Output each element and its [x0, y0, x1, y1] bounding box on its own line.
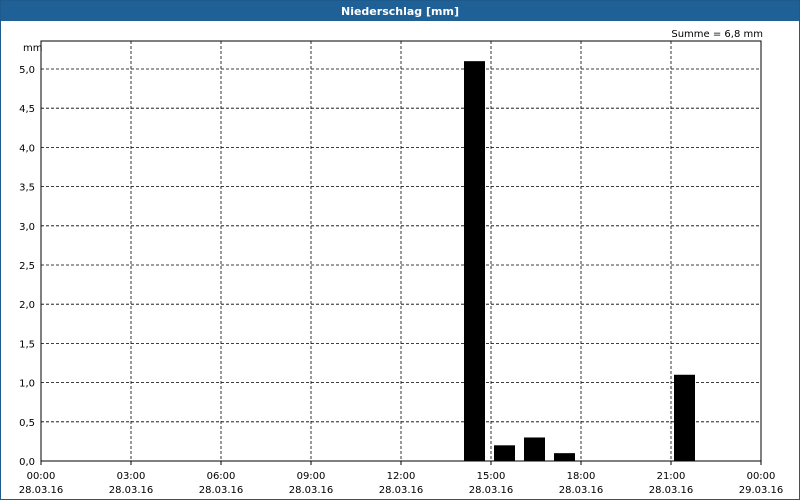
chart-window: Niederschlag [mm] mm Summe = 6,8 mm 0,0 0… — [0, 0, 800, 500]
window-title: Niederschlag [mm] — [1, 1, 799, 21]
x-tick-date: 28.03.16 — [649, 485, 694, 496]
x-tick-time: 03:00 — [117, 471, 146, 482]
x-tick-date: 28.03.16 — [469, 485, 514, 496]
y-tick-label: 2,5 — [19, 261, 35, 272]
precipitation-bar — [494, 445, 515, 461]
y-tick-label: 4,5 — [19, 104, 35, 115]
x-tick-time: 00:00 — [747, 471, 776, 482]
x-tick-time: 21:00 — [657, 471, 686, 482]
y-tick-label: 3,5 — [19, 183, 35, 194]
precipitation-chart: mm Summe = 6,8 mm 0,0 0,5 1,0 1,5 2,0 2,5 3,0 3… — [19, 29, 784, 496]
x-tick-date: 28.03.16 — [289, 485, 334, 496]
x-tick-time: 09:00 — [297, 471, 326, 482]
y-tick-label: 1,5 — [19, 339, 35, 350]
precipitation-bar — [554, 453, 575, 461]
y-unit-label: mm — [23, 43, 42, 54]
x-tick-date: 28.03.16 — [379, 485, 424, 496]
precipitation-bar — [524, 437, 545, 461]
x-tick-date: 28.03.16 — [109, 485, 154, 496]
y-tick-label: 5,0 — [19, 65, 35, 76]
sum-annotation: Summe = 6,8 mm — [671, 29, 763, 40]
y-tick-label: 0,0 — [19, 457, 35, 468]
x-tick-time: 15:00 — [477, 471, 506, 482]
precipitation-bar — [464, 61, 485, 461]
x-tick-time: 18:00 — [567, 471, 596, 482]
y-tick-label: 2,0 — [19, 300, 35, 311]
x-tick-date: 28.03.16 — [19, 485, 64, 496]
y-tick-label: 3,0 — [19, 222, 35, 233]
x-tick-time: 06:00 — [207, 471, 236, 482]
y-tick-label: 4,0 — [19, 143, 35, 154]
y-tick-label: 0,5 — [19, 418, 35, 429]
x-tick-date: 28.03.16 — [559, 485, 604, 496]
x-tick-date: 28.03.16 — [199, 485, 244, 496]
precipitation-bar — [674, 374, 695, 461]
x-tick-time: 00:00 — [27, 471, 56, 482]
x-tick-date: 29.03.16 — [739, 485, 784, 496]
x-tick-time: 12:00 — [387, 471, 416, 482]
y-tick-label: 1,0 — [19, 379, 35, 390]
